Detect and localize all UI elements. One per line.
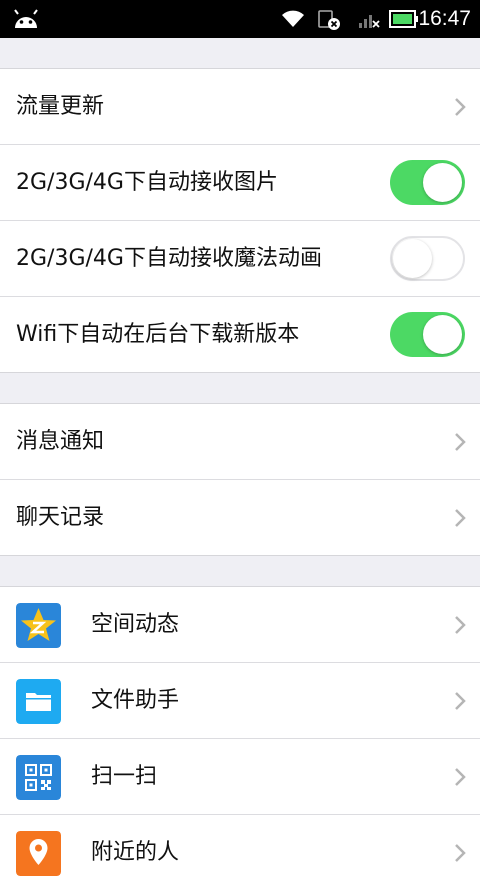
wifi-icon (282, 10, 304, 27)
auto-receive-images-row: 2G/3G/4G下自动接收图片 (0, 145, 480, 221)
folder-icon (16, 679, 61, 724)
traffic-settings-group: 流量更新 2G/3G/4G下自动接收图片 2G/3G/4G下自动接收魔法动画 W… (0, 68, 480, 373)
nearby-people-label: 附近的人 (91, 840, 180, 865)
traffic-update-label: 流量更新 (16, 94, 105, 119)
file-assistant-row[interactable]: 文件助手 (0, 663, 480, 739)
file-assistant-label: 文件助手 (91, 688, 180, 713)
chevron-right-icon (455, 768, 466, 786)
chevron-right-icon (455, 433, 466, 451)
nearby-people-row[interactable]: 附近的人 (0, 815, 480, 890)
auto-receive-images-label: 2G/3G/4G下自动接收图片 (16, 170, 278, 195)
auto-receive-magic-label: 2G/3G/4G下自动接收魔法动画 (16, 246, 322, 271)
chat-history-label: 聊天记录 (16, 505, 105, 530)
auto-receive-magic-toggle[interactable] (390, 236, 465, 281)
scan-label: 扫一扫 (91, 764, 158, 789)
qr-code-icon (16, 755, 61, 800)
chevron-right-icon (455, 98, 466, 116)
qzone-row[interactable]: 空间动态 (0, 587, 480, 663)
status-time: 16:47 (418, 7, 471, 30)
chevron-right-icon (455, 692, 466, 710)
features-group: 空间动态 文件助手 扫一扫 附近的人 (0, 586, 480, 890)
wifi-auto-download-row: Wifi下自动在后台下载新版本 (0, 297, 480, 372)
wifi-auto-download-label: Wifi下自动在后台下载新版本 (16, 322, 300, 347)
qzone-star-icon (16, 603, 61, 648)
message-notification-label: 消息通知 (16, 429, 105, 454)
chevron-right-icon (455, 616, 466, 634)
signal-icon (359, 15, 380, 28)
auto-receive-magic-row: 2G/3G/4G下自动接收魔法动画 (0, 221, 480, 297)
message-settings-group: 消息通知 聊天记录 (0, 403, 480, 556)
chevron-right-icon (455, 844, 466, 862)
battery-icon (389, 10, 418, 28)
chevron-right-icon (455, 509, 466, 527)
android-icon (14, 9, 38, 28)
sim-card-icon (318, 10, 340, 30)
message-notification-row[interactable]: 消息通知 (0, 404, 480, 480)
wifi-auto-download-toggle[interactable] (390, 312, 465, 357)
auto-receive-images-toggle[interactable] (390, 160, 465, 205)
chat-history-row[interactable]: 聊天记录 (0, 480, 480, 555)
qzone-label: 空间动态 (91, 612, 180, 637)
traffic-update-row[interactable]: 流量更新 (0, 69, 480, 145)
scan-row[interactable]: 扫一扫 (0, 739, 480, 815)
status-bar: 16:47 (0, 0, 480, 38)
